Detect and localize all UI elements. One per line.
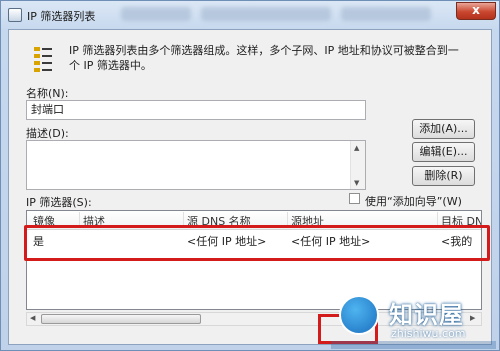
blurred-background-text — [341, 7, 431, 21]
description-textarea[interactable]: ▲ ▼ — [26, 140, 366, 190]
scroll-up-arrow-icon[interactable]: ▲ — [354, 144, 359, 152]
close-button[interactable]: x — [456, 2, 496, 20]
close-icon: x — [472, 3, 480, 17]
wizard-checkbox-label[interactable]: 使用“添加向导”(W) — [365, 193, 462, 209]
scroll-left-arrow-icon[interactable]: ◀ — [30, 314, 35, 322]
description-scrollbar[interactable]: ▲ ▼ — [350, 141, 365, 189]
edit-button[interactable]: 编辑(E)... — [412, 142, 475, 162]
watermark: 知识屋 zhishiwu.com — [331, 289, 496, 349]
name-label: 名称(N): — [26, 87, 69, 100]
watermark-logo-icon — [339, 295, 379, 335]
watermark-band — [331, 341, 496, 349]
wizard-checkbox[interactable] — [349, 193, 360, 204]
watermark-subtitle: zhishiwu.com — [391, 327, 466, 340]
delete-button[interactable]: 删除(R) — [412, 166, 475, 186]
ip-filter-list-dialog: IP 筛选器列表 x IP 筛选器列表由多个筛选器组成。这样，多个子网、IP 地… — [0, 0, 500, 351]
scrollbar-thumb[interactable] — [41, 314, 201, 324]
blurred-background-text — [201, 7, 331, 21]
window-icon — [8, 8, 22, 22]
scroll-down-arrow-icon[interactable]: ▼ — [354, 179, 359, 187]
add-button[interactable]: 添加(A)... — [412, 119, 475, 139]
window-title: IP 筛选器列表 — [27, 10, 96, 23]
name-input[interactable]: 封端口 — [26, 100, 366, 120]
blurred-background-text — [121, 7, 191, 21]
watermark-title: 知识屋 — [389, 301, 464, 329]
filters-label: IP 筛选器(S): — [26, 196, 92, 209]
intro-text: IP 筛选器列表由多个筛选器组成。这样，多个子网、IP 地址和协议可被整合到一个… — [69, 44, 459, 72]
title-bar: IP 筛选器列表 x — [1, 1, 499, 29]
description-label: 描述(D): — [26, 127, 69, 140]
highlight-annotation-row — [24, 225, 490, 261]
filter-list-icon — [34, 47, 52, 72]
